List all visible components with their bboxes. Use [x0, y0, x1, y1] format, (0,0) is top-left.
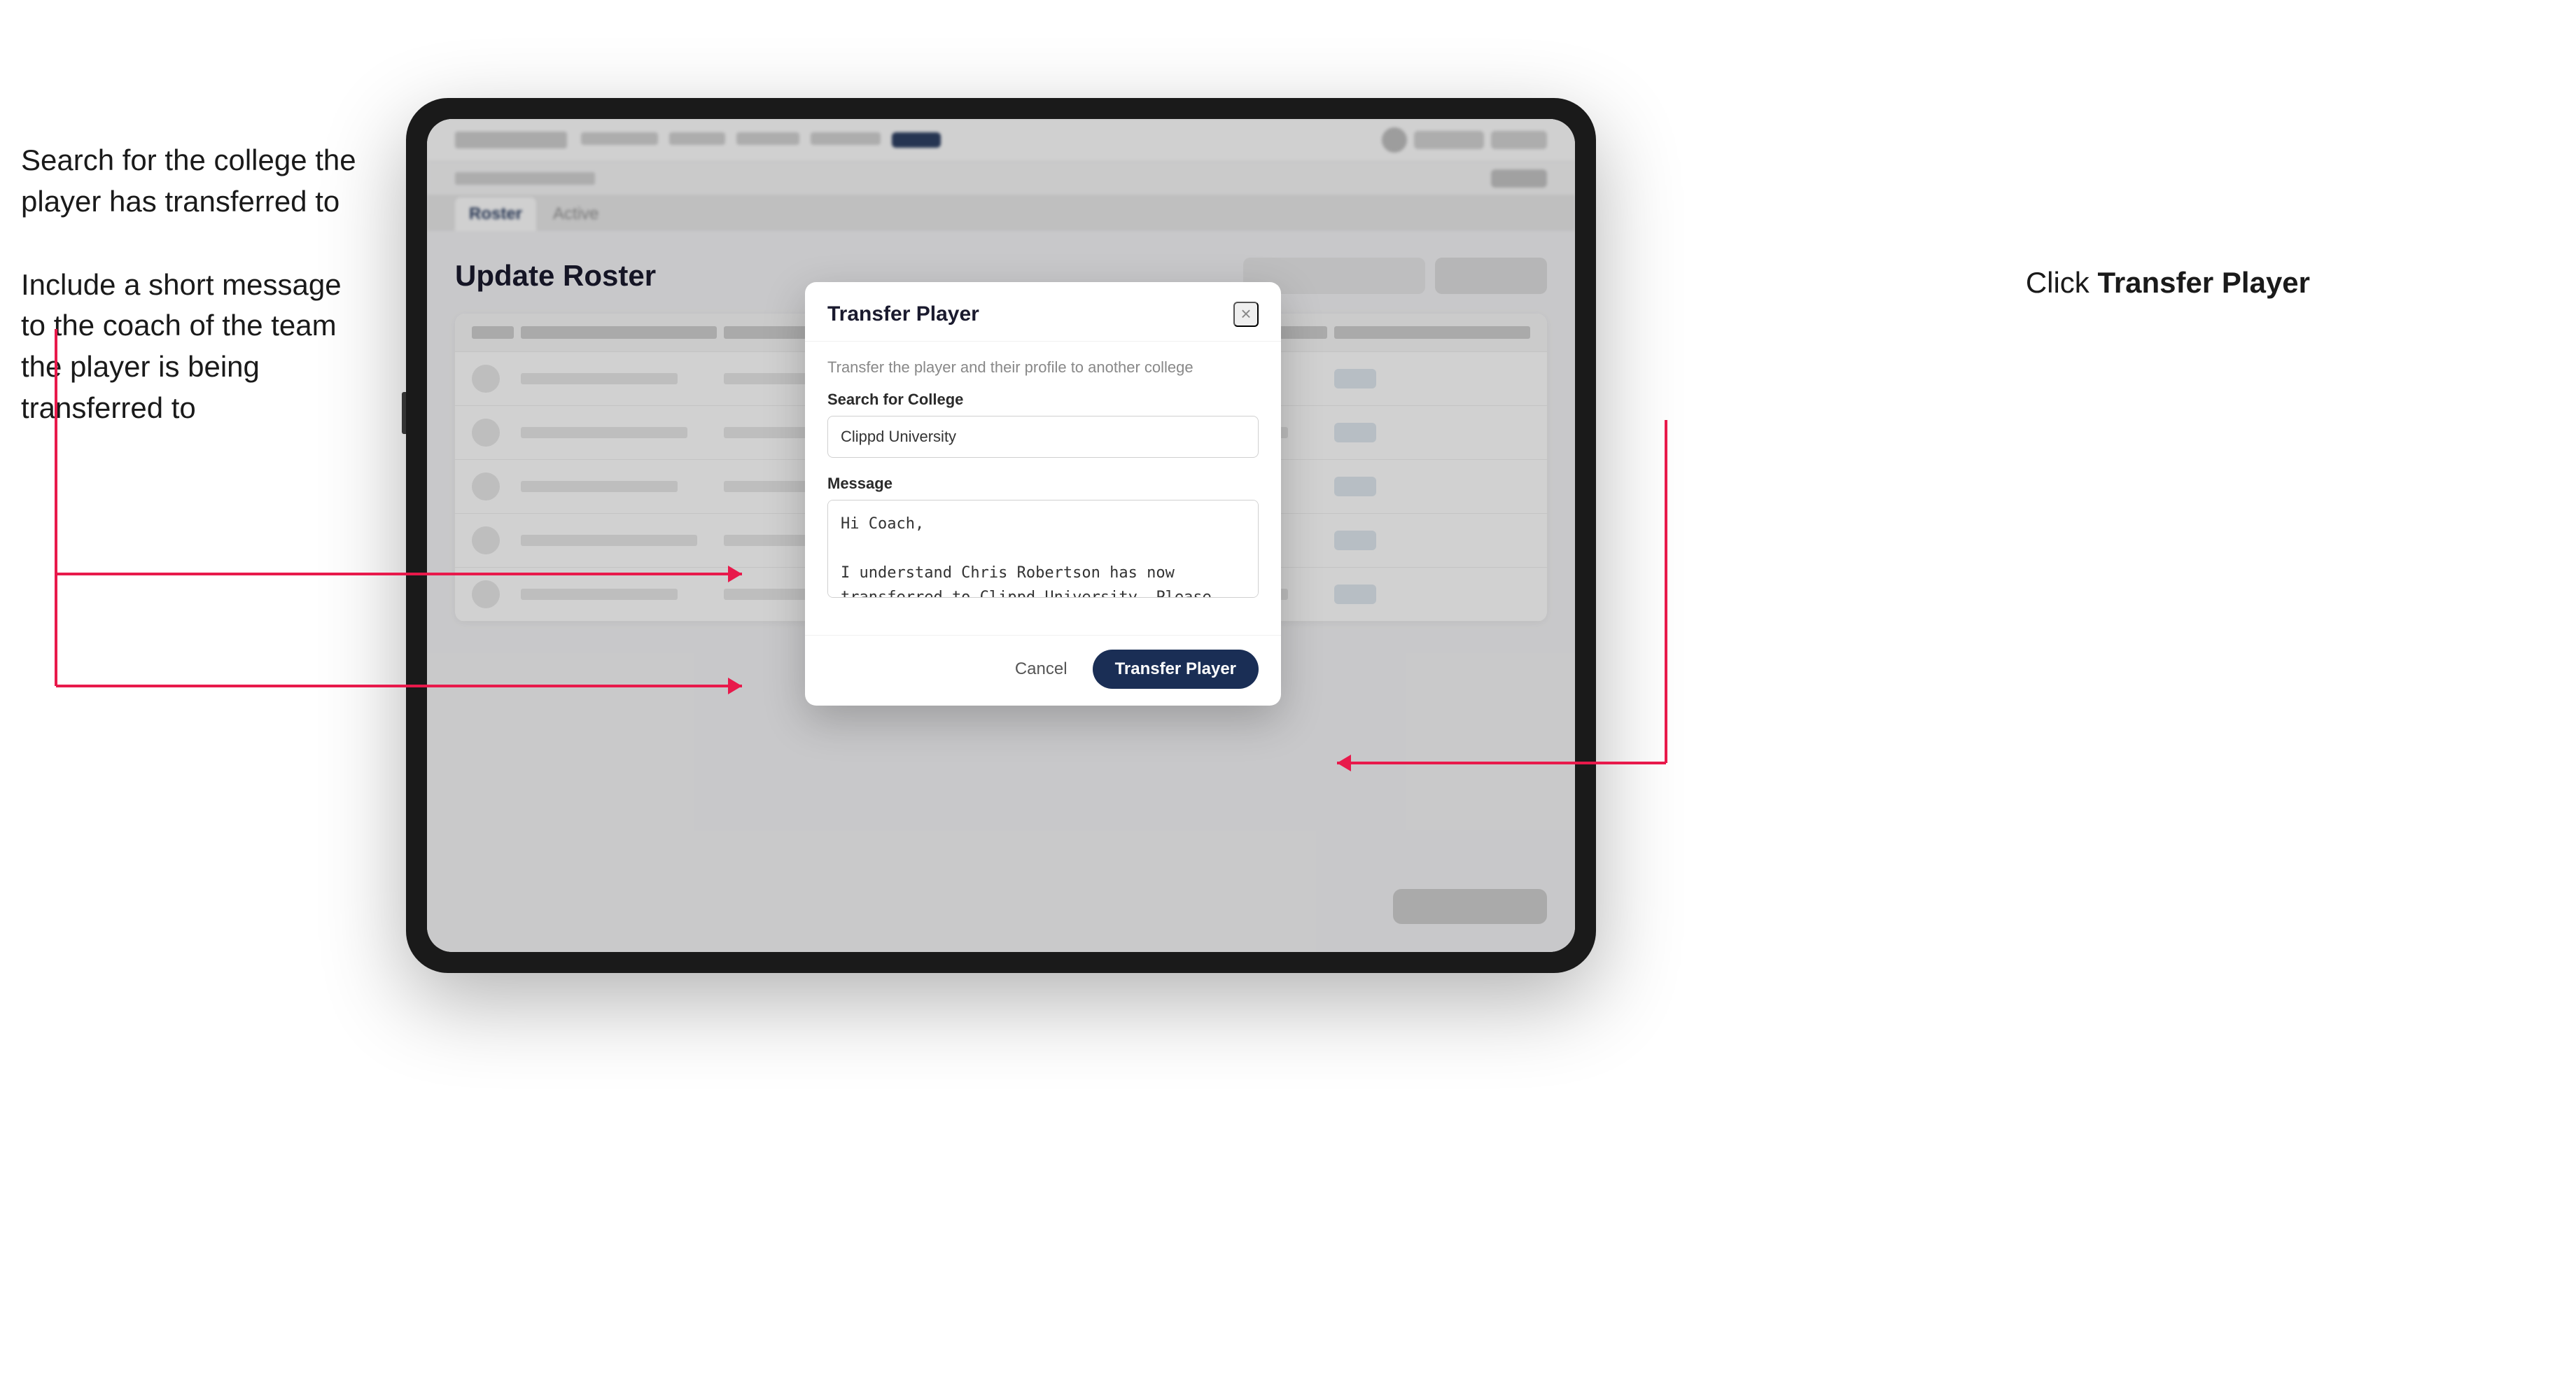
modal-title: Transfer Player [827, 302, 979, 326]
annotation-search-text: Search for the college the player has tr… [21, 140, 357, 223]
modal-header: Transfer Player × [805, 282, 1281, 342]
search-college-label: Search for College [827, 391, 1259, 409]
transfer-player-modal: Transfer Player × Transfer the player an… [805, 282, 1281, 706]
modal-overlay: Transfer Player × Transfer the player an… [427, 119, 1575, 952]
transfer-player-button[interactable]: Transfer Player [1093, 650, 1259, 689]
annotation-transfer-bold: Transfer Player [2097, 266, 2310, 299]
modal-body: Transfer the player and their profile to… [805, 342, 1281, 635]
message-label: Message [827, 475, 1259, 493]
annotation-left: Search for the college the player has tr… [21, 140, 357, 471]
modal-subtitle: Transfer the player and their profile to… [827, 358, 1259, 377]
annotation-right: Click Transfer Player [2026, 266, 2310, 300]
modal-footer: Cancel Transfer Player [805, 635, 1281, 706]
tablet-device: Roster Active Update Roster [406, 98, 1596, 973]
search-college-input[interactable] [827, 416, 1259, 458]
screen-content: Roster Active Update Roster [427, 119, 1575, 952]
tablet-screen: Roster Active Update Roster [427, 119, 1575, 952]
modal-close-button[interactable]: × [1233, 302, 1259, 327]
cancel-button[interactable]: Cancel [1001, 651, 1082, 687]
annotation-click-text: Click [2026, 266, 2098, 299]
message-group: Message [827, 475, 1259, 601]
tablet-button [402, 392, 406, 434]
annotation-message-text: Include a short message to the coach of … [21, 265, 357, 429]
search-college-group: Search for College [827, 391, 1259, 458]
message-textarea[interactable] [827, 500, 1259, 598]
